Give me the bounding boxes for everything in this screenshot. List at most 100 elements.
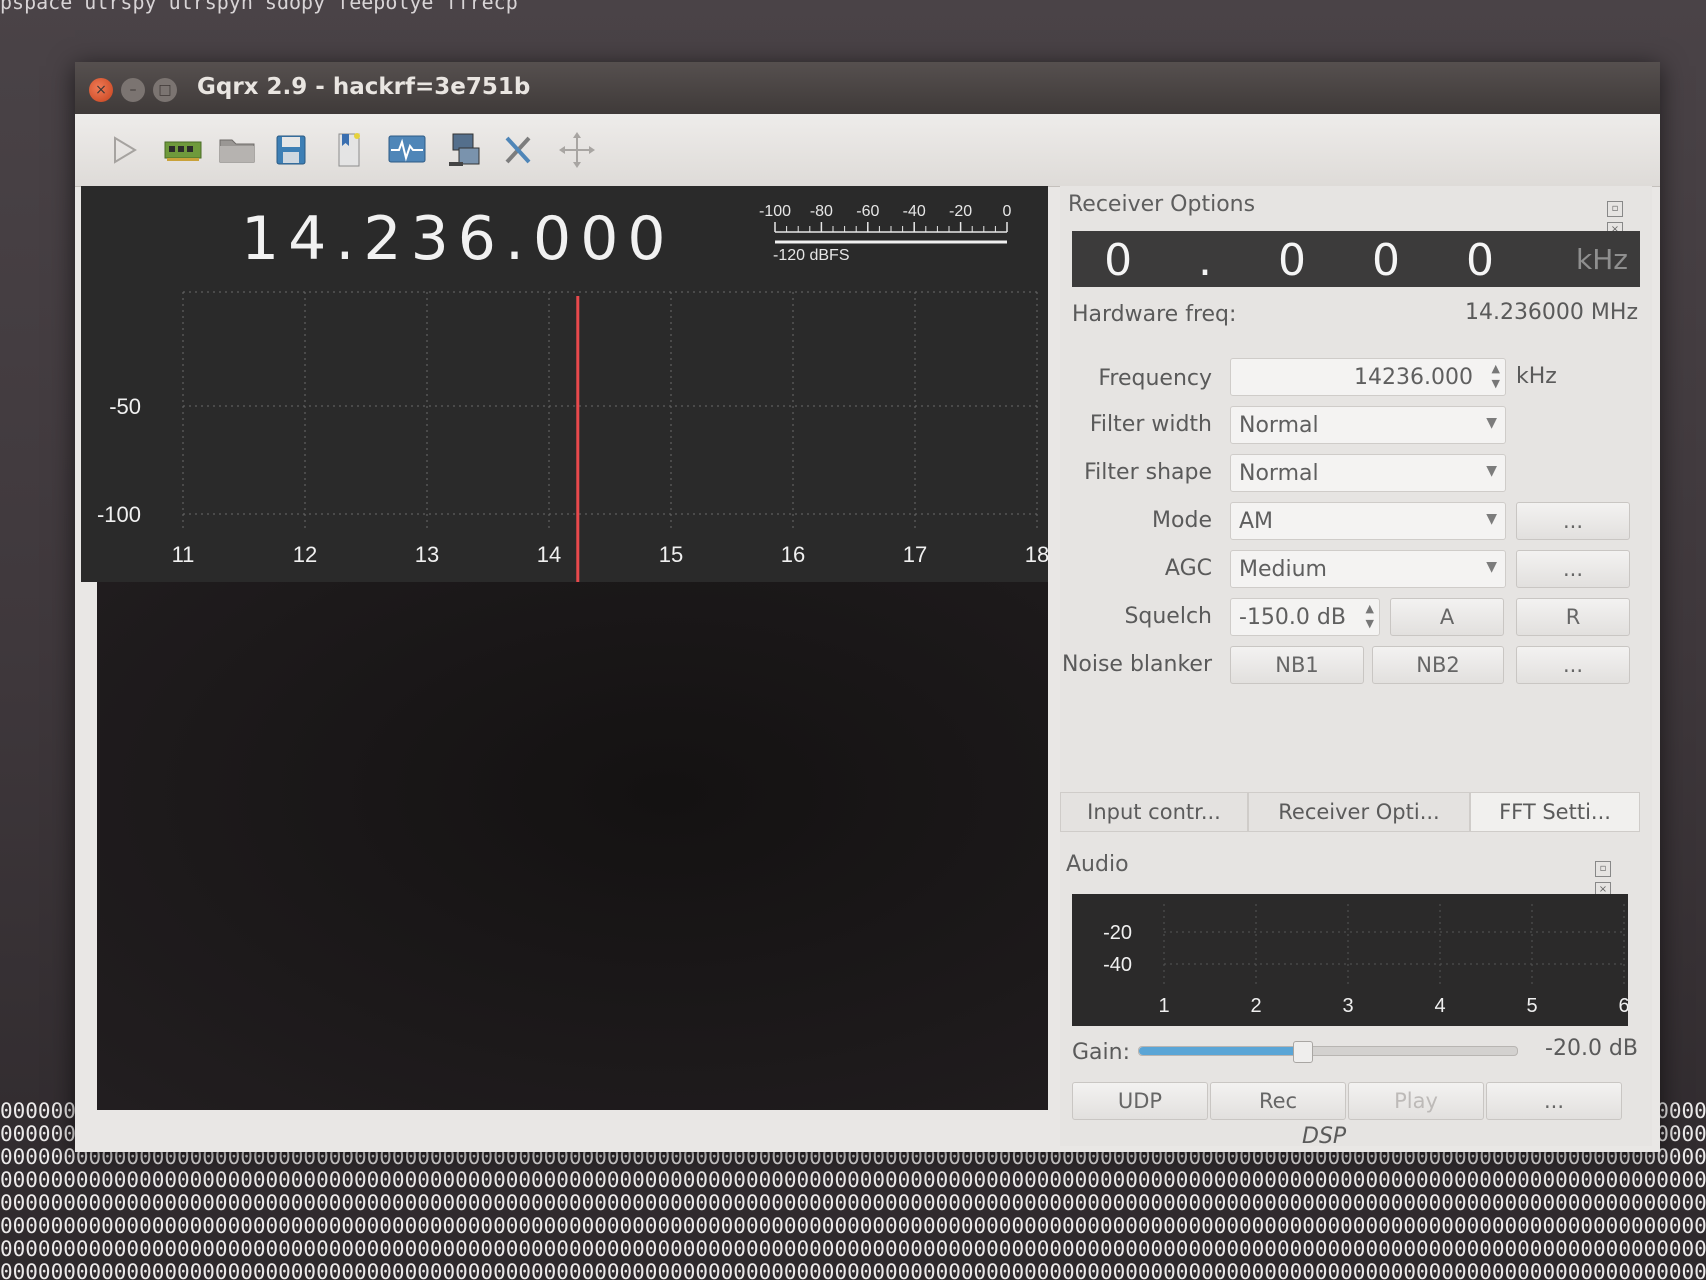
meter-tick-label: -60 — [856, 203, 879, 220]
receiver-dock-buttons[interactable]: ▫× — [1604, 196, 1640, 238]
tools-icon[interactable] — [497, 128, 541, 172]
udp-button[interactable]: UDP — [1072, 1082, 1208, 1120]
x-axis-label: 14 — [537, 542, 561, 567]
frequency-input[interactable]: 14236.000 ▲ ▼ — [1230, 358, 1506, 396]
spin-arrows-icon[interactable]: ▲ ▼ — [1366, 601, 1374, 631]
dropdown-arrow-icon: ▼ — [1486, 463, 1497, 479]
meter-tick-label: -20 — [949, 203, 972, 220]
audio-plot-svg: -20-40 123456 — [1103, 904, 1628, 1017]
x-axis-label: 15 — [659, 542, 683, 567]
x-axis-label: 13 — [415, 542, 439, 567]
save-icon[interactable] — [269, 128, 313, 172]
close-button[interactable]: × — [89, 78, 113, 102]
maximize-icon: □ — [158, 82, 172, 98]
right-dock-panel: Receiver Options ▫× 0 . 0 0 0 kHz Hardwa… — [1060, 186, 1652, 1149]
window-title: Gqrx 2.9 - hackrf=3e751b — [197, 74, 531, 100]
dropdown-arrow-icon: ▼ — [1486, 511, 1497, 527]
agc-value: Medium — [1239, 557, 1327, 582]
gain-slider[interactable] — [1138, 1041, 1518, 1063]
gain-slider-handle[interactable] — [1292, 1041, 1313, 1063]
plot-grid — [182, 291, 1038, 531]
tab-receiver-options[interactable]: Receiver Opti... — [1248, 792, 1470, 832]
nb2-button[interactable]: NB2 — [1372, 646, 1504, 684]
waveform-icon[interactable] — [385, 128, 429, 172]
mode-select[interactable]: AM ▼ — [1230, 502, 1506, 540]
y-axis-label: -50 — [109, 394, 141, 419]
rec-button[interactable]: Rec — [1210, 1082, 1346, 1120]
meter-label: -120 dBFS — [773, 247, 849, 264]
filter-width-value: Normal — [1239, 413, 1319, 438]
audio-x-label: 4 — [1434, 995, 1445, 1017]
play-icon[interactable] — [103, 128, 147, 172]
x-axis-label: 18 — [1025, 542, 1048, 567]
meter-tick-label: -40 — [903, 203, 926, 220]
agc-select[interactable]: Medium ▼ — [1230, 550, 1506, 588]
gain-label: Gain: — [1072, 1040, 1130, 1065]
move-icon[interactable] — [555, 128, 599, 172]
agc-options-button[interactable]: ... — [1516, 550, 1630, 588]
network-icon[interactable] — [443, 128, 487, 172]
y-axis-label: -100 — [97, 502, 141, 527]
gain-slider-fill — [1139, 1047, 1302, 1055]
float-icon[interactable]: ▫ — [1595, 861, 1611, 877]
waterfall-display[interactable] — [97, 582, 1048, 1110]
signal-meter: -100 -80 -60 -40 -20 0 — [759, 203, 1012, 244]
filter-width-select[interactable]: Normal ▼ — [1230, 406, 1506, 444]
filter-shape-value: Normal — [1239, 461, 1319, 486]
squelch-auto-button[interactable]: A — [1390, 598, 1504, 636]
audio-x-label: 6 — [1618, 995, 1628, 1017]
filter-shape-select[interactable]: Normal ▼ — [1230, 454, 1506, 492]
agc-label: AGC — [1164, 556, 1212, 581]
spin-arrows-icon[interactable]: ▲ ▼ — [1492, 361, 1500, 391]
lcd-digits: 0 . 0 0 0 — [1104, 235, 1520, 286]
play-button[interactable]: Play — [1348, 1082, 1484, 1120]
folder-icon[interactable] — [215, 128, 259, 172]
bookmark-icon[interactable] — [327, 128, 371, 172]
hardware-freq-value: 14.236000 MHz — [1464, 300, 1638, 325]
maximize-button[interactable]: □ — [153, 78, 177, 102]
frequency-unit: kHz — [1516, 364, 1557, 389]
fft-plot-svg: -100 -80 -60 -40 -20 0 -120 dBFS -50 -100 11 12… — [97, 203, 1048, 582]
mode-label: Mode — [1152, 508, 1212, 533]
mode-options-button[interactable]: ... — [1516, 502, 1630, 540]
audio-fft-plot[interactable]: -20 -40 123456 — [1072, 894, 1628, 1026]
filter-shape-label: Filter shape — [1084, 460, 1212, 485]
hardware-icon[interactable] — [161, 128, 205, 172]
close-icon: × — [95, 82, 107, 98]
x-axis-label: 17 — [903, 542, 927, 567]
tab-fft-settings[interactable]: FFT Setti... — [1470, 792, 1640, 832]
mode-value: AM — [1239, 509, 1274, 534]
audio-x-labels: 1 2 3 4 5 6 — [1158, 995, 1628, 1017]
meter-tick-label: -100 — [759, 203, 791, 220]
gain-value: -20.0 dB — [1545, 1036, 1638, 1061]
audio-x-label: 2 — [1250, 995, 1261, 1017]
audio-grid — [1163, 904, 1625, 984]
fft-plot[interactable]: 14.236.000 -100 -80 -60 -40 -20 0 -120 dBFS -… — [81, 186, 1048, 582]
offset-lcd[interactable]: 0 . 0 0 0 kHz — [1072, 231, 1640, 287]
squelch-input[interactable]: -150.0 dB ▲ ▼ — [1230, 598, 1380, 636]
noise-blanker-label: Noise blanker — [1061, 652, 1212, 677]
audio-options-button[interactable]: ... — [1486, 1082, 1622, 1120]
toolbar — [75, 114, 1660, 187]
dropdown-arrow-icon: ▼ — [1486, 559, 1497, 575]
x-axis-label: 12 — [293, 542, 317, 567]
receiver-options-title: Receiver Options — [1068, 192, 1256, 217]
frequency-value: 14236.000 — [1354, 365, 1473, 390]
lcd-unit: kHz — [1576, 243, 1628, 276]
squelch-value: -150.0 dB — [1239, 605, 1346, 630]
audio-x-label: 1 — [1158, 995, 1169, 1017]
dsp-label: DSP — [1302, 1124, 1347, 1149]
filter-width-label: Filter width — [1089, 412, 1212, 437]
minimize-button[interactable]: – — [121, 78, 145, 102]
audio-dock-buttons[interactable]: ▫× — [1592, 856, 1628, 898]
audio-title: Audio — [1066, 852, 1129, 877]
title-bar[interactable]: × – □ Gqrx 2.9 - hackrf=3e751b — [75, 62, 1660, 114]
tab-input-controls[interactable]: Input contr... — [1060, 792, 1248, 832]
nb1-button[interactable]: NB1 — [1230, 646, 1364, 684]
meter-tick-label: -80 — [810, 203, 833, 220]
audio-x-label: 5 — [1526, 995, 1537, 1017]
float-icon[interactable]: ▫ — [1607, 201, 1623, 217]
squelch-reset-button[interactable]: R — [1516, 598, 1630, 636]
noise-blanker-options-button[interactable]: ... — [1516, 646, 1630, 684]
dropdown-arrow-icon: ▼ — [1486, 415, 1497, 431]
